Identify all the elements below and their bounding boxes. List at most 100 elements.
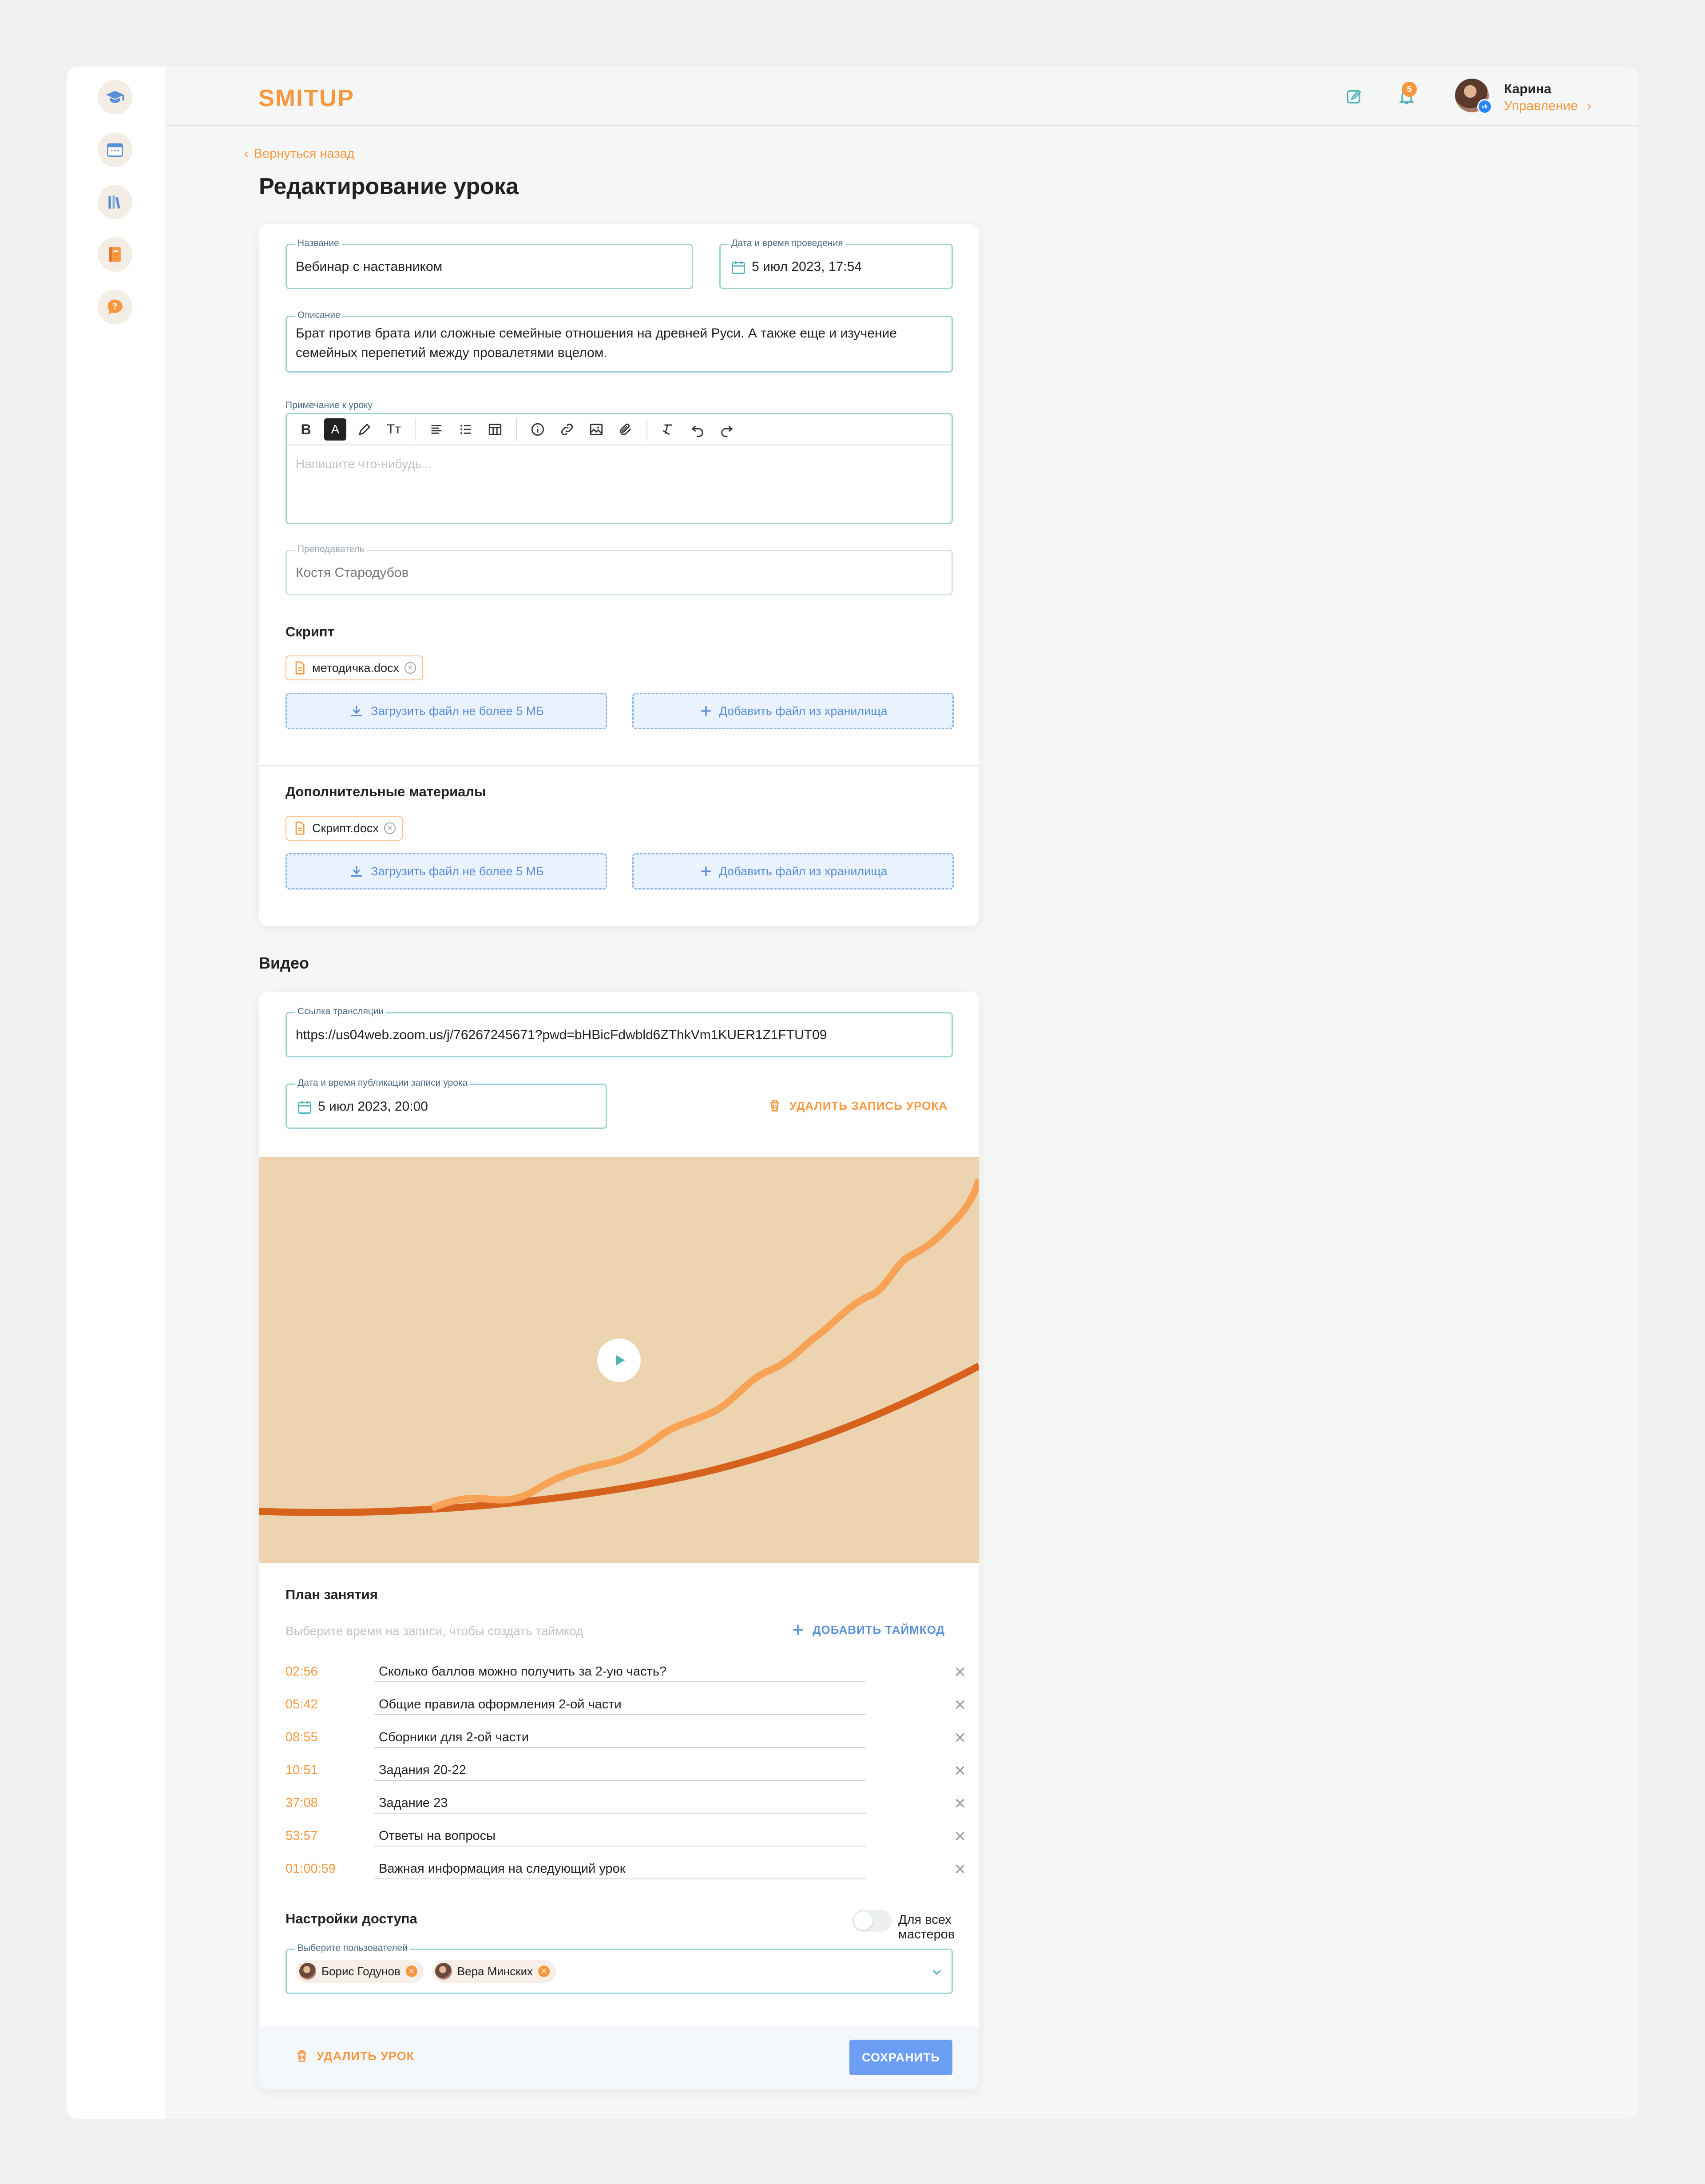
materials-file-chip[interactable]: Скрипт.docx ✕: [285, 816, 403, 841]
materials-storage-label: Добавить файл из хранилища: [719, 864, 888, 878]
timecode-row: 02:56 Сколько баллов можно получить за 2-…: [285, 1661, 967, 1683]
remove-user-icon[interactable]: ✕: [405, 1966, 417, 1977]
timecode-title-input[interactable]: Важная информация на следующий урок: [374, 1858, 866, 1879]
trash-icon: [297, 2050, 306, 2062]
calendar-icon: [107, 143, 123, 157]
chevron-down-icon[interactable]: [930, 1965, 944, 1979]
play-button[interactable]: [597, 1338, 641, 1382]
sidebar-item-library[interactable]: [98, 185, 132, 219]
users-select[interactable]: Выберите пользователей Борис Годунов ✕ В…: [285, 1943, 953, 1994]
timecode-title-input[interactable]: Сколько баллов можно получить за 2-ую ча…: [374, 1661, 866, 1682]
sidebar-item-courses[interactable]: [98, 80, 132, 115]
materials-upload-label: Загрузить файл не более 5 МБ: [371, 864, 544, 878]
books-icon: [108, 195, 120, 209]
script-upload-file-button[interactable]: Загрузить файл не более 5 МБ: [285, 693, 607, 729]
remove-timecode-icon[interactable]: ✕: [954, 1696, 967, 1714]
timecode-row: 53:57 Ответы на вопросы ✕: [285, 1825, 967, 1847]
timecode-title-input[interactable]: Сборники для 2-ой части: [374, 1727, 866, 1748]
calendar-icon: [297, 1099, 313, 1117]
timecode-row: 37:08 Задание 23 ✕: [285, 1792, 967, 1815]
timecode-time[interactable]: 05:42: [285, 1697, 318, 1712]
timecode-time[interactable]: 02:56: [285, 1664, 318, 1679]
timecode-time[interactable]: 10:51: [285, 1763, 318, 1778]
logo[interactable]: SMITUP: [258, 84, 354, 112]
timecode-time[interactable]: 37:08: [285, 1796, 318, 1811]
user-chip[interactable]: Борис Годунов ✕: [296, 1960, 424, 1983]
all-masters-label: Для всех мастеров: [898, 1913, 955, 1942]
section-divider: [259, 765, 979, 766]
materials-file-name: Скрипт.docx: [312, 821, 379, 835]
timecode-row: 08:55 Сборники для 2-ой части ✕: [285, 1727, 967, 1749]
delete-record-button[interactable]: УДАЛИТЬ ЗАПИСЬ УРОКА: [767, 1098, 948, 1113]
back-link[interactable]: ‹ Вернуться назад: [244, 147, 355, 161]
timecode-title-input[interactable]: Общие правила оформления 2-ой части: [374, 1694, 866, 1715]
publish-date-field[interactable]: Дата и время публикации записи урока 5 и…: [285, 1078, 607, 1129]
edit-icon[interactable]: [1342, 84, 1367, 109]
script-storage-button[interactable]: Добавить файл из хранилища: [632, 693, 954, 729]
delete-lesson-button[interactable]: УДАЛИТЬ УРОК: [294, 2049, 414, 2064]
user-name: Карина: [1504, 82, 1551, 96]
card-footer: УДАЛИТЬ УРОК СОХРАНИТЬ: [259, 2026, 979, 2089]
remove-timecode-icon[interactable]: ✕: [954, 1861, 967, 1878]
timecode-row: 10:51 Задания 20-22 ✕: [285, 1759, 967, 1782]
timecode-time[interactable]: 08:55: [285, 1730, 318, 1745]
timecode-title-input[interactable]: Задание 23: [374, 1792, 866, 1814]
svg-text:?: ?: [113, 302, 118, 312]
timecode-title-input[interactable]: Ответы на вопросы: [374, 1825, 866, 1846]
remove-timecode-icon[interactable]: ✕: [954, 1664, 967, 1681]
video-card: Ссылка трансляции https://us04web.zoom.u…: [259, 992, 979, 2089]
remove-timecode-icon[interactable]: ✕: [954, 1795, 967, 1813]
remove-timecode-icon[interactable]: ✕: [954, 1729, 967, 1747]
plus-icon: [701, 866, 711, 876]
plus-icon: [701, 706, 711, 716]
top-header: SMITUP 5 vk Карина Управление ›: [165, 67, 1638, 126]
graduation-cap-icon: [106, 91, 124, 103]
vk-icon: vk: [1477, 99, 1492, 114]
script-storage-label: Добавить файл из хранилища: [719, 704, 888, 718]
timecode-row: 05:42 Общие правила оформления 2-ой части…: [285, 1694, 967, 1716]
save-button[interactable]: СОХРАНИТЬ: [849, 2040, 952, 2075]
sidebar-item-journal[interactable]: [98, 237, 132, 272]
video-player[interactable]: [259, 1157, 979, 1563]
role-menu-link[interactable]: Управление ›: [1504, 99, 1591, 114]
help-chat-icon: ?: [107, 299, 123, 314]
stream-link-field[interactable]: Ссылка трансляции https://us04web.zoom.u…: [285, 1006, 953, 1057]
users-select-label: Выберите пользователей: [295, 1943, 410, 1954]
timecode-title-input[interactable]: Задания 20-22: [374, 1759, 866, 1781]
book-icon: [109, 247, 121, 262]
selected-users: Борис Годунов ✕ Вера Минских ✕: [296, 1960, 556, 1983]
user-chip-name: Вера Минских: [457, 1964, 533, 1978]
remove-user-icon[interactable]: ✕: [538, 1966, 550, 1977]
add-timecode-button[interactable]: ДОБАВИТЬ ТАЙМКОД: [790, 1622, 945, 1637]
materials-storage-button[interactable]: Добавить файл из хранилища: [632, 853, 954, 889]
sidebar: ?: [67, 67, 165, 2119]
lesson-files-area: Загрузить файл не более 5 МБ Добавить фа…: [259, 224, 979, 926]
timecode-time[interactable]: 53:57: [285, 1829, 318, 1843]
materials-upload-file-button[interactable]: Загрузить файл не более 5 МБ: [285, 853, 607, 889]
video-heading: Видео: [259, 954, 309, 972]
notification-badge: 5: [1402, 82, 1417, 97]
all-masters-toggle[interactable]: [852, 1910, 892, 1932]
sidebar-item-help[interactable]: ?: [98, 290, 132, 324]
user-chip[interactable]: Вера Минских ✕: [431, 1960, 556, 1983]
stream-link-value: https://us04web.zoom.us/j/76267245671?pw…: [296, 1028, 827, 1042]
access-heading: Настройки доступа: [285, 1911, 417, 1926]
role-label: Управление: [1504, 99, 1578, 113]
timecode-row: 01:00:59 Важная информация на следующий у…: [285, 1858, 967, 1880]
timecode-time[interactable]: 01:00:59: [285, 1862, 336, 1876]
delete-record-label: УДАЛИТЬ ЗАПИСЬ УРОКА: [789, 1099, 948, 1112]
plan-hint: Выберите время на записи, чтобы создать …: [285, 1624, 583, 1638]
back-label: Вернуться назад: [254, 147, 355, 161]
download-icon: [351, 706, 362, 716]
delete-lesson-label: УДАЛИТЬ УРОК: [317, 2049, 415, 2063]
remove-timecode-icon[interactable]: ✕: [954, 1828, 967, 1846]
plan-heading: План занятия: [285, 1587, 378, 1602]
remove-file-icon[interactable]: ✕: [384, 822, 396, 834]
chevron-left-icon: ‹: [244, 147, 249, 161]
page-title: Редактирование урока: [259, 174, 519, 199]
trash-icon: [770, 1100, 779, 1112]
publish-date-label: Дата и время публикации записи урока: [295, 1078, 471, 1088]
sidebar-item-schedule[interactable]: [98, 132, 132, 167]
remove-timecode-icon[interactable]: ✕: [954, 1762, 967, 1780]
add-timecode-label: ДОБАВИТЬ ТАЙМКОД: [813, 1623, 945, 1636]
